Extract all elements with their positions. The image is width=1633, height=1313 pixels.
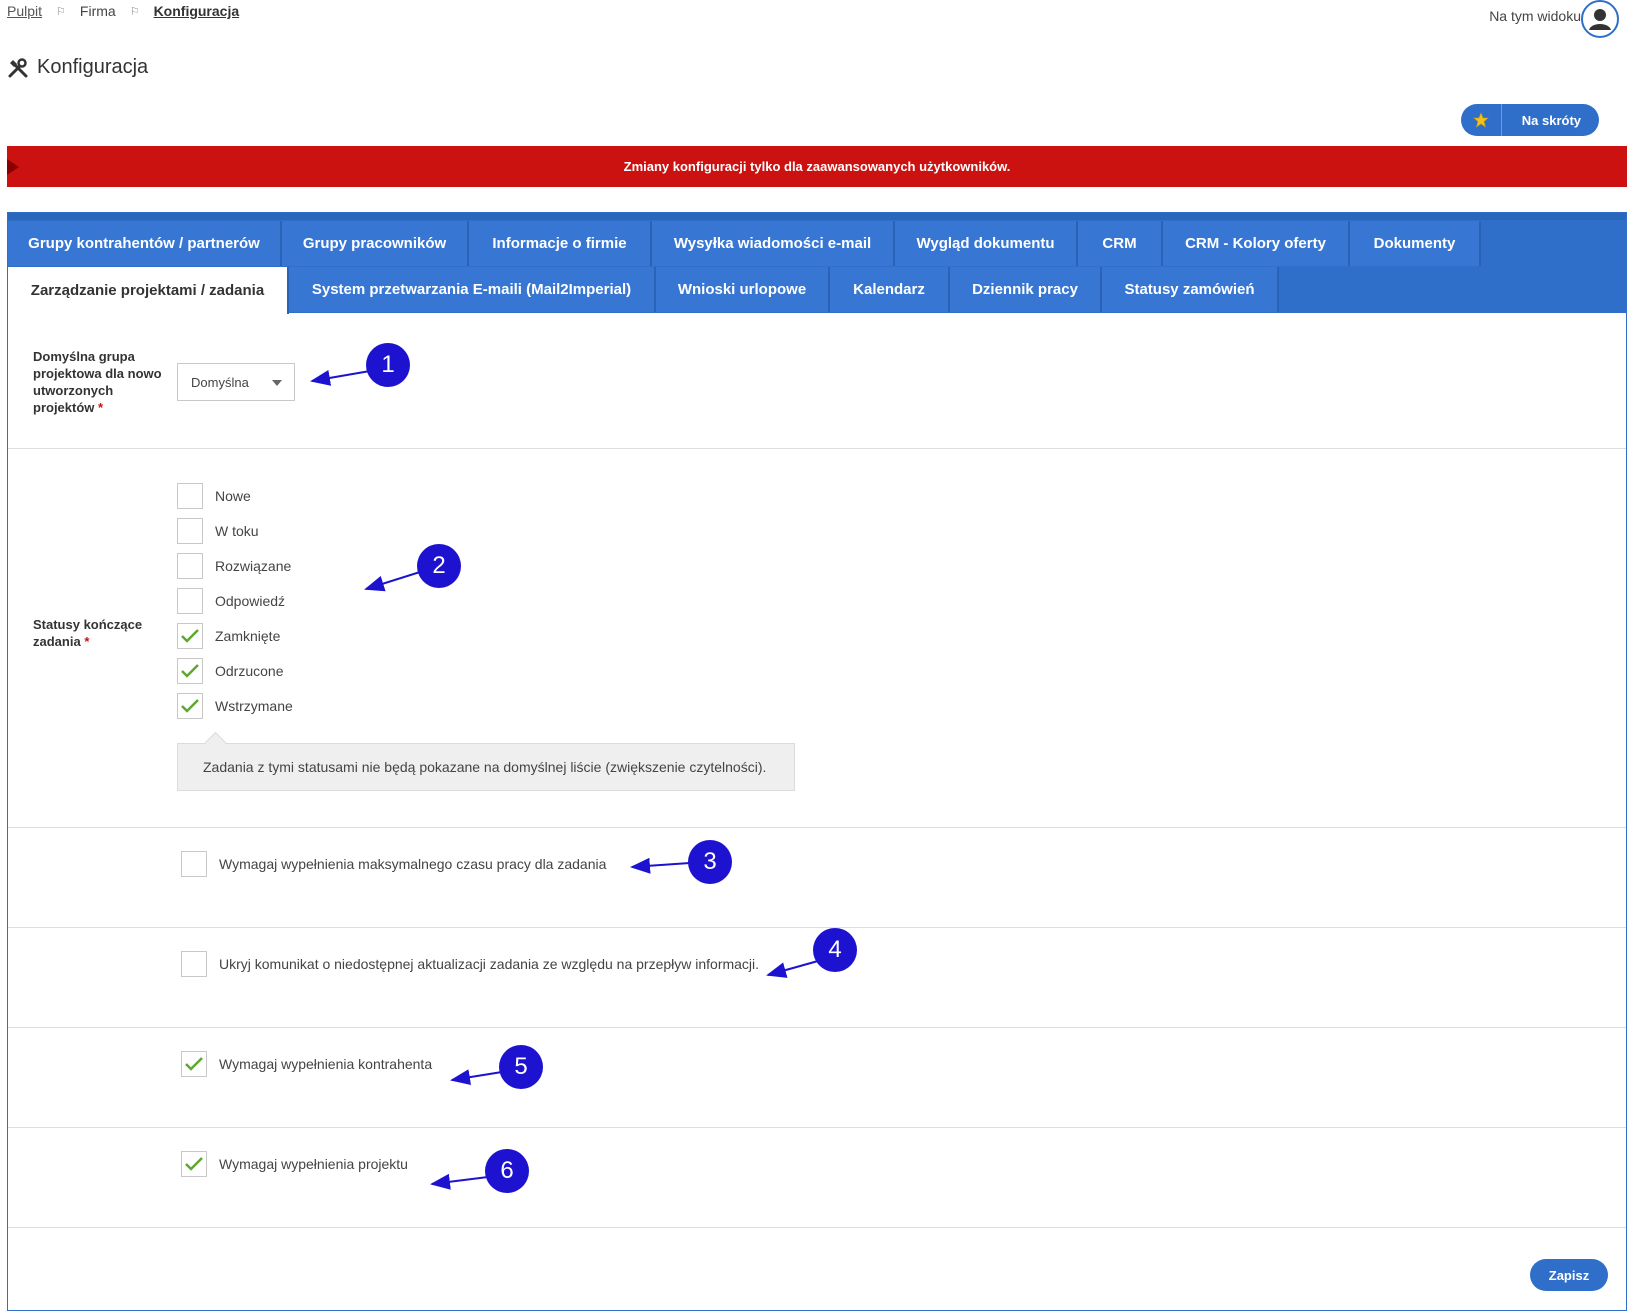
arrow-5 — [450, 1069, 503, 1086]
annotation-badge-2: 2 — [417, 544, 461, 588]
arrow-3 — [630, 857, 691, 874]
annotation-arrows — [310, 370, 819, 1190]
annotation-badge-3: 3 — [688, 840, 732, 884]
annotation-badge-1: 1 — [366, 343, 410, 387]
arrow-4 — [766, 960, 819, 978]
arrow-2 — [364, 571, 421, 592]
annotation-badge-5: 5 — [499, 1045, 543, 1089]
arrow-1 — [310, 370, 371, 386]
annotation-badge-6: 6 — [485, 1149, 529, 1193]
annotation-badge-4: 4 — [813, 928, 857, 972]
arrow-6 — [430, 1173, 489, 1190]
